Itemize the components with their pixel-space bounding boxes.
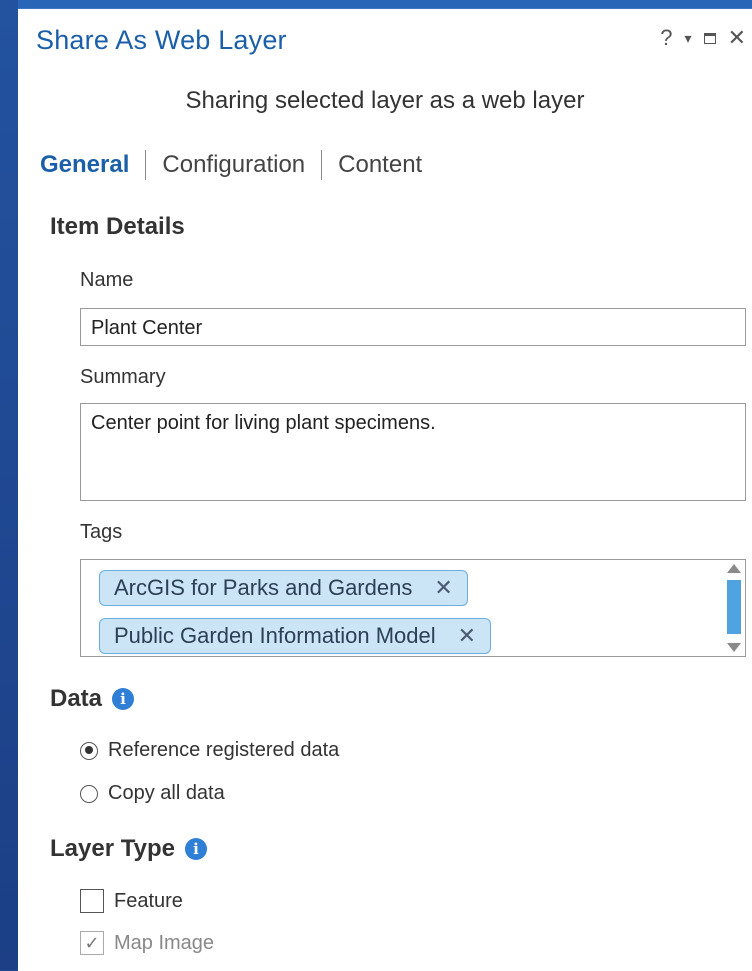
pane-titlebar: Share As Web Layer ? ▾ ✕ [18, 9, 752, 71]
feature-label: Feature [114, 889, 183, 912]
close-icon[interactable]: ✕ [728, 27, 746, 49]
item-details-heading: Item Details [50, 213, 185, 241]
summary-textarea[interactable]: Center point for living plant specimens. [80, 403, 746, 501]
data-heading-label: Data [50, 685, 103, 712]
radio-checked-icon[interactable] [80, 741, 98, 760]
feature-checkbox[interactable]: Feature [80, 889, 183, 913]
checkbox-unchecked-icon[interactable] [80, 889, 104, 913]
desktop-backdrop [0, 0, 18, 970]
help-icon[interactable]: ? [660, 27, 672, 49]
item-details-heading-label: Item Details [50, 213, 185, 240]
summary-label: Summary [80, 366, 166, 388]
map-image-label: Map Image [114, 931, 215, 954]
radio-unchecked-icon[interactable] [80, 784, 98, 803]
copy-all-data-radio[interactable]: Copy all data [80, 782, 225, 805]
tab-separator [145, 150, 147, 180]
summary-textarea-value: Center point for living plant specimens. [91, 412, 436, 434]
info-icon[interactable]: i [112, 688, 135, 710]
window-top-border [18, 0, 752, 8]
tag-chip: ArcGIS for Parks and Gardens ✕ [99, 570, 468, 606]
reference-registered-data-radio[interactable]: Reference registered data [80, 739, 339, 762]
layer-type-heading-label: Layer Type [50, 835, 175, 862]
tag-chip-label: ArcGIS for Parks and Gardens [114, 575, 413, 600]
options-menu-icon[interactable]: ▾ [685, 27, 692, 49]
tag-chip-label: Public Garden Information Model [114, 623, 436, 648]
tag-chip: Public Garden Information Model ✕ [99, 618, 492, 654]
name-input-value: Plant Center [91, 317, 203, 339]
maximize-icon[interactable] [703, 32, 716, 44]
tab-separator [321, 150, 323, 180]
share-as-web-layer-pane: Share As Web Layer ? ▾ ✕ Sharing selecte… [18, 8, 752, 971]
reference-registered-data-label: Reference registered data [108, 739, 340, 761]
info-icon[interactable]: i [184, 838, 207, 860]
scroll-up-arrow-icon[interactable] [727, 564, 741, 573]
tab-general[interactable]: General [40, 151, 129, 179]
name-input[interactable]: Plant Center [80, 308, 746, 346]
remove-tag-icon[interactable]: ✕ [434, 575, 452, 601]
scroll-thumb[interactable] [727, 580, 741, 634]
tags-scrollbar[interactable] [723, 560, 745, 656]
pane-tabs: General Configuration Content [40, 149, 422, 181]
remove-tag-icon[interactable]: ✕ [458, 623, 476, 649]
pane-title: Share As Web Layer [36, 25, 287, 55]
checkbox-checked-icon: ✓ [80, 931, 104, 955]
tab-configuration[interactable]: Configuration [162, 151, 305, 179]
tags-label: Tags [80, 521, 123, 543]
scroll-down-arrow-icon[interactable] [727, 643, 741, 652]
tab-content[interactable]: Content [338, 151, 422, 179]
copy-all-data-label: Copy all data [108, 782, 225, 804]
name-label: Name [80, 269, 134, 291]
layer-type-heading: Layer Type i [50, 835, 207, 863]
pane-subtitle: Sharing selected layer as a web layer [185, 87, 585, 114]
data-heading: Data i [50, 685, 135, 713]
map-image-checkbox: ✓ Map Image [80, 931, 214, 955]
window-controls: ? ▾ ✕ [660, 25, 746, 51]
tags-input[interactable]: ArcGIS for Parks and Gardens ✕ Public Ga… [80, 559, 746, 657]
